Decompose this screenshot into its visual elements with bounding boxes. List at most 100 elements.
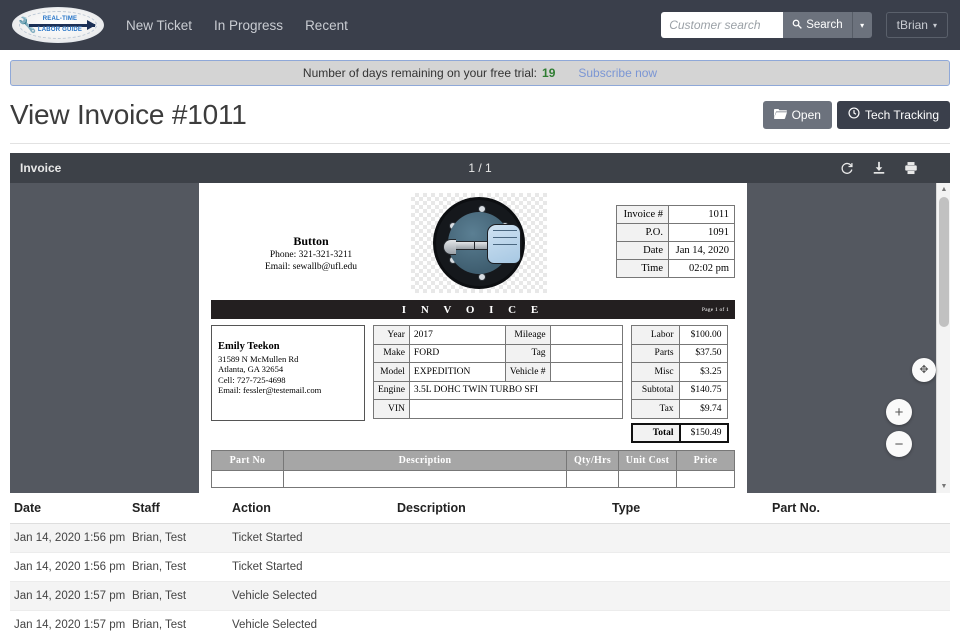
vehicle-engine-value: 3.5L DOHC TWIN TURBO SFI (408, 380, 623, 400)
table-row[interactable]: Jan 14, 2020 1:57 pm Brian, Test Vehicle… (10, 610, 950, 632)
nav-link-recent[interactable]: Recent (305, 18, 348, 33)
table-row: Parts $37.50 (630, 343, 728, 363)
meta-value: 02:02 pm (668, 259, 735, 278)
table-row: Date Staff Action Description Type Part … (10, 493, 950, 524)
cell-action: Ticket Started (232, 552, 397, 582)
trial-text: Number of days remaining on your free tr… (302, 66, 538, 80)
vehicle-year-value: 2017 (408, 325, 506, 345)
table-row: Make FORD Tag (373, 343, 623, 363)
cell-staff: Brian, Test (132, 523, 232, 553)
cell-type (612, 552, 772, 582)
invoice-banner: I N V O I C E Page 1 of 1 (211, 300, 735, 319)
rotate-icon[interactable] (840, 161, 854, 175)
table-row[interactable]: Jan 14, 2020 1:56 pm Brian, Test Ticket … (10, 552, 950, 582)
parts-header-price: Price (676, 450, 735, 471)
vehicle-mileage-value (549, 325, 623, 345)
cell-action: Vehicle Selected (232, 581, 397, 611)
search-dropdown-toggle[interactable]: ▾ (851, 12, 872, 38)
parts-header-qty-hrs: Qty/Hrs (566, 450, 619, 471)
search-input[interactable] (661, 12, 784, 38)
vehicle-model-value: EXPEDITION (408, 362, 506, 382)
real-time-labor-guide-logo[interactable]: 🔧 REAL-TIME LABOR GUIDE (12, 7, 104, 43)
table-row: Model EXPEDITION Vehicle # (373, 362, 623, 382)
logo-outer-circle (433, 197, 525, 289)
table-row: Misc $3.25 (630, 362, 728, 382)
cell-part-no (772, 610, 950, 632)
table-row[interactable]: Jan 14, 2020 1:57 pm Brian, Test Vehicle… (10, 581, 950, 611)
totals-table: Labor $100.00 Parts $37.50 Misc $3.25 Su… (630, 325, 728, 419)
meta-value: 1011 (668, 205, 735, 224)
search-button[interactable]: Search (783, 12, 852, 38)
scroll-up-icon[interactable]: ▲ (937, 183, 950, 196)
pdf-toolbar-tools (840, 161, 940, 175)
pdf-toolbar: Invoice 1 / 1 (10, 153, 950, 183)
total-value: $140.75 (678, 380, 728, 400)
page-header: View Invoice #1011 Open Tech Tracking (10, 86, 950, 144)
top-navbar: 🔧 REAL-TIME LABOR GUIDE New Ticket In Pr… (0, 0, 960, 50)
fist-icon (487, 224, 521, 264)
invoice-meta-table: Invoice # 1011 P.O. 1091 Date Jan 14, 20… (616, 205, 735, 278)
open-button-label: Open (791, 107, 821, 122)
user-menu-button[interactable]: tBrian ▾ (885, 12, 948, 38)
nav-link-in-progress[interactable]: In Progress (214, 18, 283, 33)
total-value: $100.00 (678, 325, 728, 345)
total-label: Labor (630, 325, 680, 345)
pdf-scrollbar-thumb[interactable] (939, 197, 949, 327)
parts-table: Part No Description Qty/Hrs Unit Cost Pr… (211, 450, 735, 488)
open-button[interactable]: Open (762, 100, 832, 129)
nav-links: New Ticket In Progress Recent (126, 18, 348, 33)
tech-tracking-button[interactable]: Tech Tracking (836, 100, 950, 129)
total-value: $9.74 (678, 399, 728, 419)
cell-date: Jan 14, 2020 1:56 pm (10, 523, 132, 553)
folder-icon (773, 108, 787, 122)
table-row[interactable]: Jan 14, 2020 1:56 pm Brian, Test Ticket … (10, 523, 950, 553)
table-row: VIN (373, 399, 623, 419)
vehicle-vin-label: VIN (373, 399, 410, 419)
print-icon[interactable] (904, 161, 918, 175)
tech-tracking-button-label: Tech Tracking (864, 107, 939, 122)
zoom-out-button[interactable]: − (886, 431, 912, 457)
pdf-page-indicator: 1 / 1 (468, 161, 492, 175)
cell-type (612, 581, 772, 611)
cell-part-no (772, 523, 950, 553)
vehicle-number-label: Vehicle # (504, 362, 551, 382)
meta-label: P.O. (616, 223, 669, 242)
pdf-scrollbar[interactable]: ▲ ▼ (936, 183, 950, 493)
activity-table-body: Jan 14, 2020 1:56 pm Brian, Test Ticket … (10, 523, 950, 632)
nav-link-new-ticket[interactable]: New Ticket (126, 18, 192, 33)
customer-info-box: Emily Teekon 31589 N McMullen Rd Atlanta… (211, 325, 365, 421)
table-row (211, 470, 735, 488)
subscribe-now-link[interactable]: Subscribe now (578, 66, 657, 80)
total-value: $37.50 (678, 343, 728, 363)
table-row: Tax $9.74 (630, 399, 728, 419)
vehicle-year-label: Year (373, 325, 410, 345)
download-icon[interactable] (872, 161, 886, 175)
logo-bolt (478, 273, 486, 281)
activity-table: Date Staff Action Description Type Part … (10, 493, 950, 632)
vehicle-make-label: Make (373, 343, 410, 363)
meta-label: Date (616, 241, 669, 260)
meta-value: 1091 (668, 223, 735, 242)
cell-staff: Brian, Test (132, 581, 232, 611)
col-part-no: Part No. (772, 493, 950, 524)
parts-cell (283, 470, 567, 488)
scroll-down-icon[interactable]: ▼ (937, 480, 950, 493)
pdf-stage[interactable]: Button Phone: 321-321-3211 Email: sewall… (10, 183, 936, 493)
zoom-in-button[interactable]: + (886, 399, 912, 425)
totals-block: Labor $100.00 Parts $37.50 Misc $3.25 Su… (623, 325, 729, 443)
table-row: Invoice # 1011 (616, 205, 735, 224)
cell-type (612, 523, 772, 553)
customer-email: Email: fessler@testemail.com (218, 385, 322, 396)
pan-move-button[interactable]: ✥ (912, 358, 936, 382)
activity-log: Date Staff Action Description Type Part … (10, 493, 950, 632)
total-label: Subtotal (630, 380, 680, 400)
meta-value: Jan 14, 2020 (668, 241, 735, 260)
chevron-down-icon: ▾ (932, 20, 937, 30)
col-action: Action (232, 493, 397, 524)
col-description: Description (397, 493, 612, 524)
search-icon (792, 19, 803, 32)
table-row: Labor $100.00 (630, 325, 728, 345)
vehicle-engine-label: Engine (373, 380, 410, 400)
table-row: Date Jan 14, 2020 (616, 241, 735, 260)
table-row: Time 02:02 pm (616, 259, 735, 278)
